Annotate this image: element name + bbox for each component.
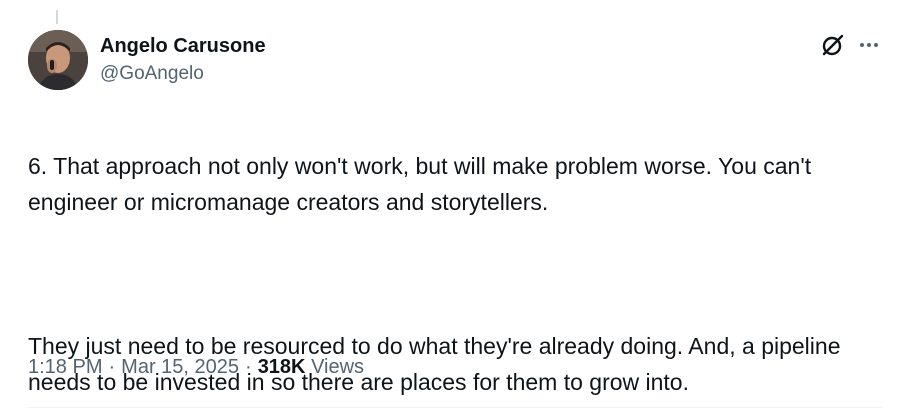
views-label: Views: [311, 356, 365, 378]
meta-separator: ·: [108, 356, 116, 378]
tweet-header: Angelo Carusone @GoAngelo: [28, 30, 882, 92]
more-icon[interactable]: [856, 32, 882, 58]
tweet-date[interactable]: Mar 15, 2025: [121, 356, 239, 378]
tweet-actions: [820, 32, 882, 58]
meta-separator: ·: [245, 356, 252, 378]
author-handle[interactable]: @GoAngelo: [100, 62, 266, 86]
tweet-time[interactable]: 1:18 PM: [28, 356, 102, 378]
views-count: 318K: [257, 356, 306, 378]
author-names: Angelo Carusone @GoAngelo: [100, 34, 266, 86]
thread-line: [56, 10, 58, 24]
tweet-card: Angelo Carusone @GoAngelo 6. That approa…: [0, 0, 910, 416]
avatar-photo-icon: [28, 30, 88, 90]
tweet-paragraph-1: 6. That approach not only won't work, bu…: [28, 153, 812, 215]
tweet-meta: 1:18 PM · Mar 15, 2025 · 318K Views: [28, 354, 364, 380]
divider: [28, 407, 882, 408]
author-display-name[interactable]: Angelo Carusone: [100, 34, 266, 58]
avatar[interactable]: [28, 30, 88, 90]
grok-icon[interactable]: [820, 32, 846, 58]
